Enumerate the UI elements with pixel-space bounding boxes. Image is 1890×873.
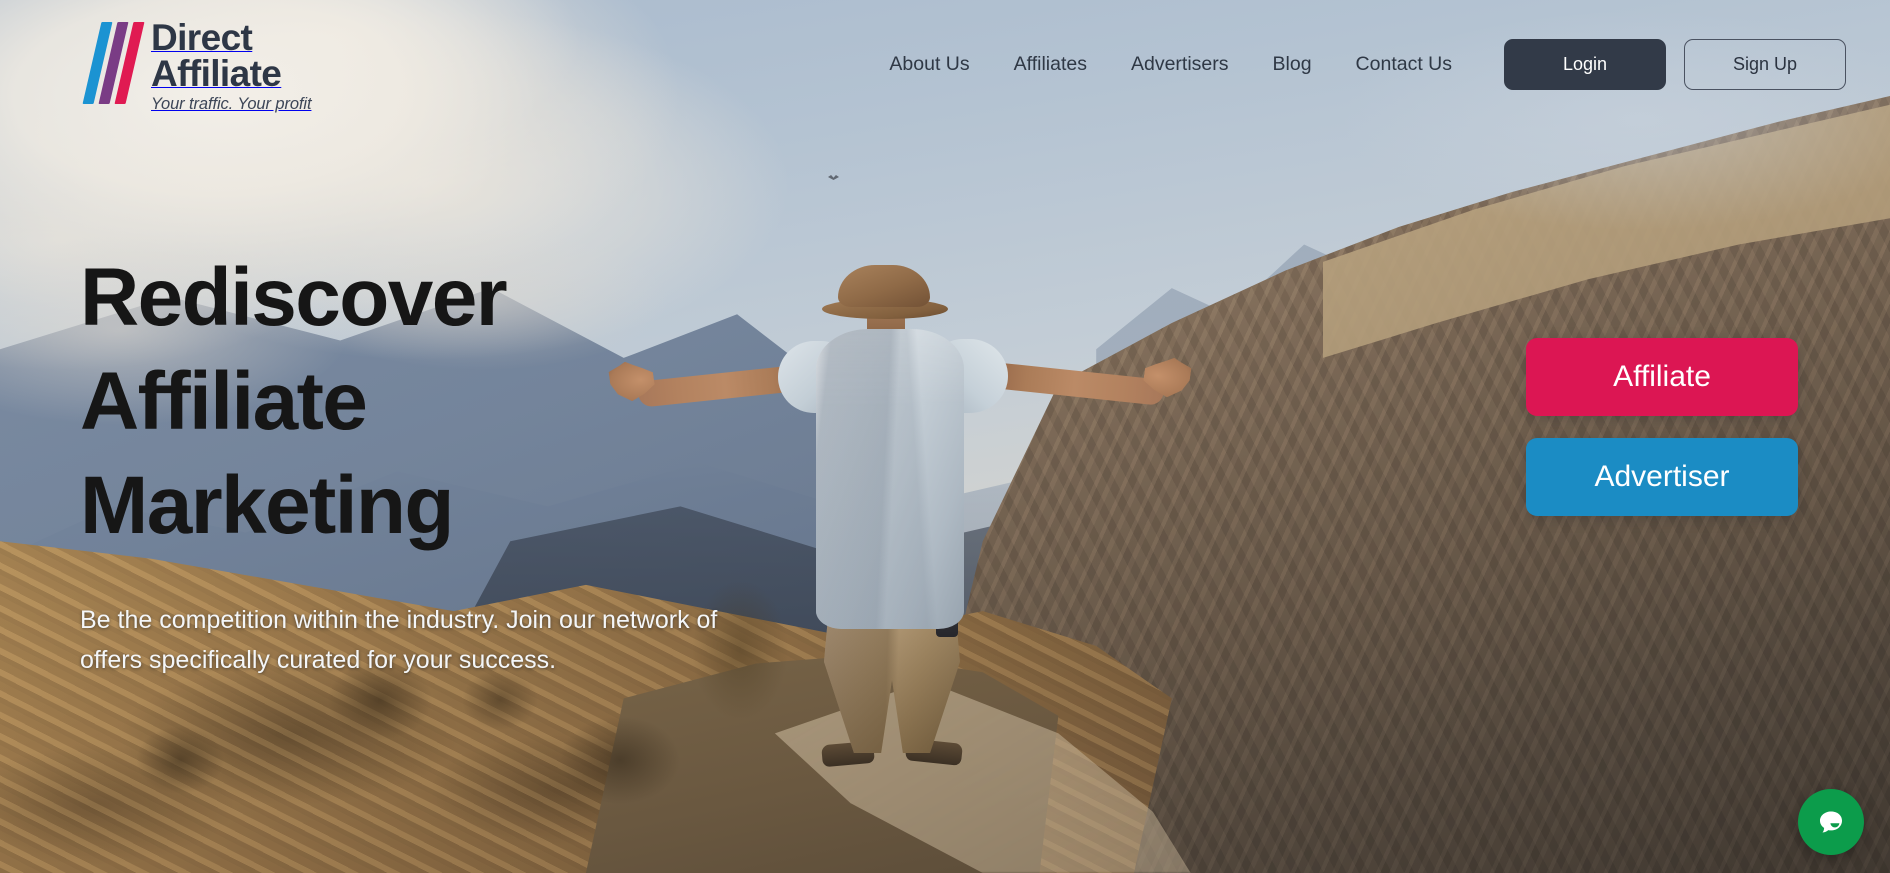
chat-bubble-icon <box>1820 811 1842 833</box>
brand-name-line-2: Affiliate <box>151 53 282 94</box>
affiliate-cta-button[interactable]: Affiliate <box>1526 338 1798 416</box>
nav-item-contact-us[interactable]: Contact Us <box>1334 43 1474 86</box>
hero-headline: Rediscover Affiliate Marketing <box>80 246 840 558</box>
brand-logo[interactable]: Direct Affiliate Your traffic. Your prof… <box>82 14 312 114</box>
brand-name-line-1: Direct <box>151 17 253 58</box>
chat-widget-button[interactable] <box>1798 789 1864 855</box>
cta-button-group: Affiliate Advertiser <box>1526 338 1798 516</box>
bucket-hat <box>838 265 930 307</box>
right-arm <box>991 362 1165 406</box>
login-button[interactable]: Login <box>1504 38 1666 90</box>
nav-item-blog[interactable]: Blog <box>1251 43 1334 86</box>
site-header: Direct Affiliate Your traffic. Your prof… <box>0 0 1890 128</box>
advertiser-cta-button[interactable]: Advertiser <box>1526 438 1798 516</box>
hero-subtext: Be the competition within the industry. … <box>80 606 718 674</box>
nav-item-affiliates[interactable]: Affiliates <box>992 43 1109 86</box>
main-navigation: About Us Affiliates Advertisers Blog Con… <box>867 38 1846 90</box>
brand-tagline: Your traffic. Your profit <box>151 95 312 113</box>
hero-section: Direct Affiliate Your traffic. Your prof… <box>0 0 1890 873</box>
signup-button[interactable]: Sign Up <box>1684 38 1846 90</box>
hero-copy-block: Rediscover Affiliate Marketing Be the co… <box>80 246 840 680</box>
hero-headline-line-1: Rediscover <box>80 252 508 343</box>
hero-headline-line-3: Marketing <box>80 460 455 551</box>
nav-item-about-us[interactable]: About Us <box>867 43 991 86</box>
nav-item-advertisers[interactable]: Advertisers <box>1109 43 1251 86</box>
brand-wordmark: Direct Affiliate Your traffic. Your prof… <box>151 14 312 114</box>
hero-headline-line-2: Affiliate <box>80 356 368 447</box>
logo-stripes-icon <box>82 14 145 104</box>
